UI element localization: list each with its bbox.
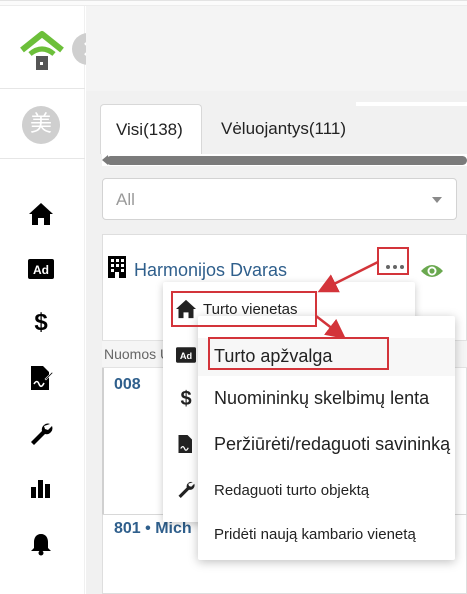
bar-chart-icon[interactable] (27, 474, 55, 502)
menu-item-finance[interactable]: $ (175, 388, 197, 410)
sidebar: 美 Ad $ (0, 6, 85, 594)
eye-icon[interactable] (420, 262, 444, 280)
dollar-icon[interactable]: $ (27, 309, 55, 337)
wrench-icon (175, 478, 197, 500)
unit-link[interactable]: 008 (114, 376, 141, 394)
dot (393, 265, 397, 269)
more-options-button[interactable] (381, 258, 409, 276)
home-icon (175, 298, 197, 320)
property-title[interactable]: Harmonijos Dvaras (134, 260, 287, 281)
sidebar-divider (0, 88, 85, 89)
dot (386, 265, 390, 269)
submenu-item-edit-property[interactable]: Redaguoti turto objektą (214, 482, 369, 499)
ad-icon[interactable]: Ad (27, 255, 55, 283)
building-icon (108, 256, 126, 278)
ad-icon-label: Ad (33, 263, 49, 277)
menu-item-ad[interactable]: Ad (175, 344, 197, 366)
tab-all[interactable]: Visi(138) (100, 104, 202, 154)
unit-column-divider (102, 368, 104, 514)
submenu-item-property-overview[interactable]: Turto apžvalga (214, 346, 332, 367)
wrench-icon[interactable] (27, 419, 55, 447)
app-window: 美 Ad $ Visi(138) Vėluojantys(111) All Ha… (0, 0, 467, 594)
menu-item-maintenance[interactable] (175, 478, 197, 500)
contract-signature-icon (175, 433, 197, 455)
contract-signature-icon[interactable] (27, 364, 55, 392)
sidebar-divider (0, 158, 85, 159)
header-area (86, 6, 467, 91)
filter-select[interactable]: All (102, 178, 457, 220)
caret-down-icon (432, 197, 442, 203)
submenu-item-add-room-unit[interactable]: Pridėti naują kambario vienetą (214, 526, 416, 543)
units-header-label: Nuomos U (104, 346, 171, 362)
tab-overdue[interactable]: Vėluojantys(111) (206, 104, 406, 154)
menu-item-label: Turto vienetas (203, 300, 298, 318)
scrollbar-thumb[interactable] (106, 156, 467, 165)
ad-icon-label: Ad (180, 351, 193, 361)
ad-icon: Ad (175, 344, 197, 366)
home-icon[interactable] (27, 200, 55, 228)
logo-icon[interactable] (16, 26, 68, 78)
avatar[interactable]: 美 (22, 106, 60, 144)
bell-icon[interactable] (27, 530, 55, 558)
dot (400, 265, 404, 269)
submenu-item-view-edit-owner[interactable]: Peržiūrėti/redaguoti savininką (214, 434, 450, 455)
menu-item-lease[interactable] (175, 433, 197, 455)
submenu-item-tenant-board[interactable]: Nuomininkų skelbimų lenta (214, 388, 429, 409)
dollar-icon: $ (180, 387, 192, 410)
filter-select-value: All (116, 190, 135, 209)
property-submenu: Turto apžvalga Nuomininkų skelbimų lenta… (198, 316, 455, 560)
unit-link[interactable]: 801 • Mich (114, 520, 192, 538)
